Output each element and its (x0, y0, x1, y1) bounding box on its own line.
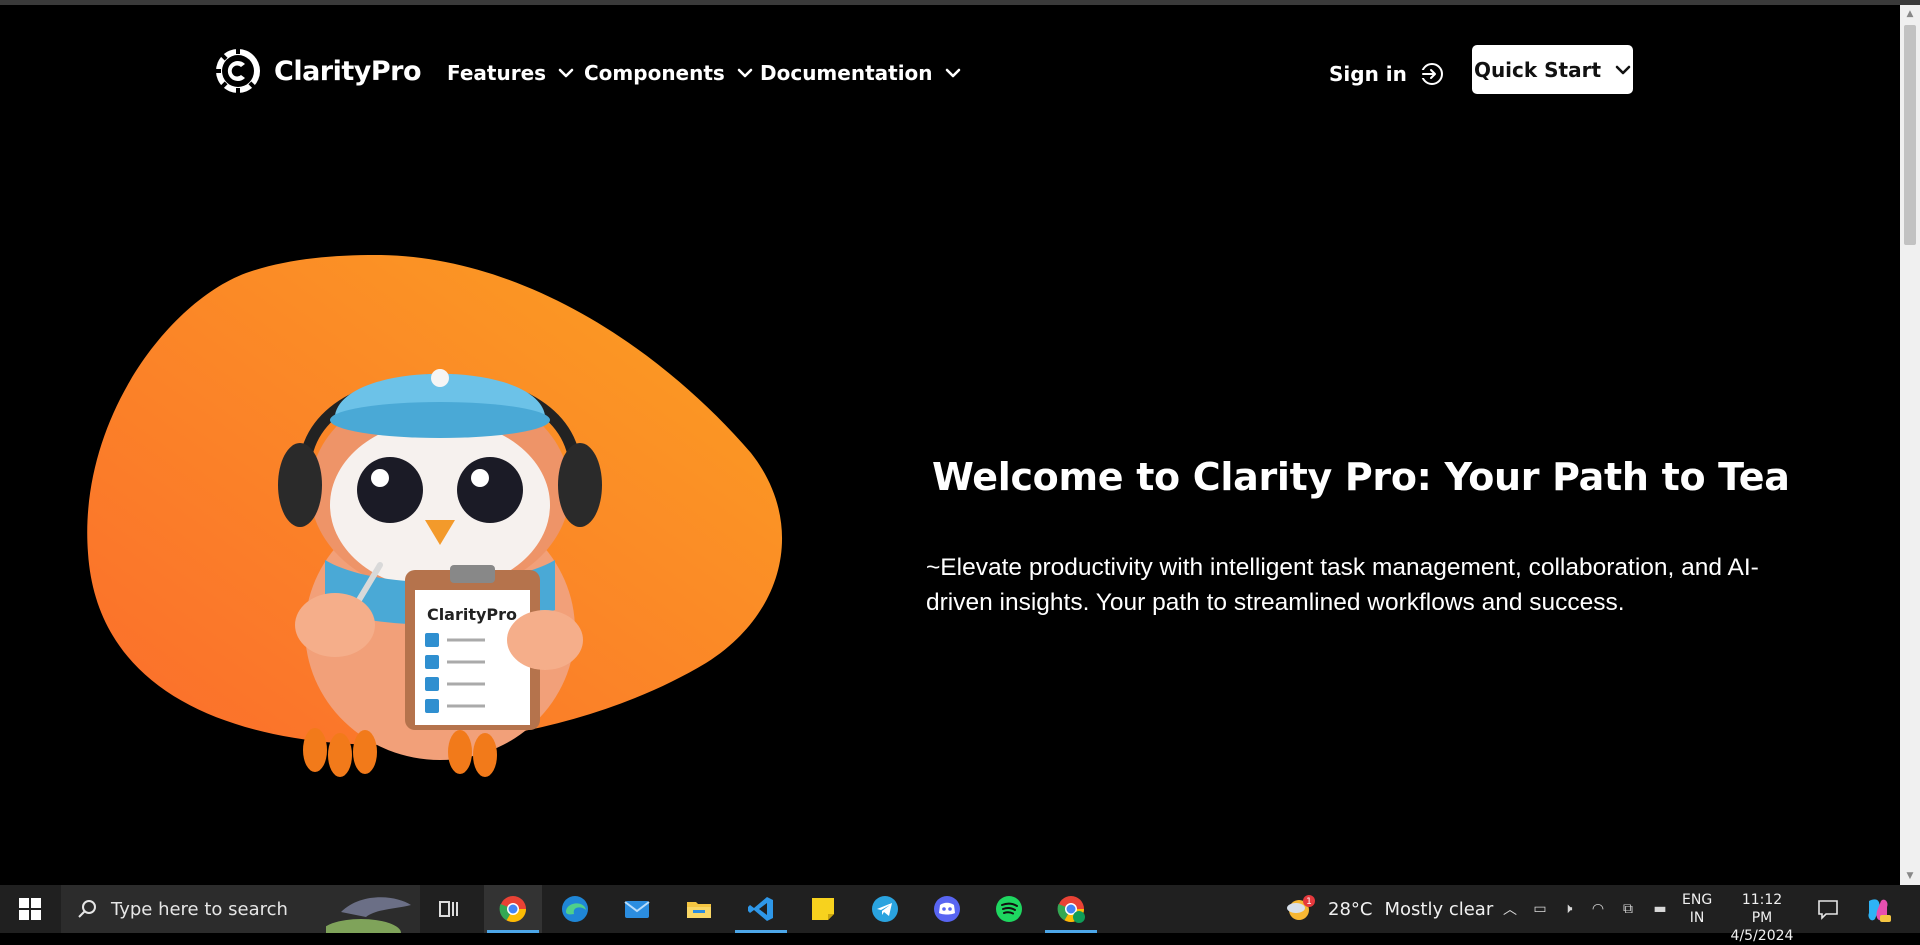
hero-subtext: ~Elevate productivity with intelligent t… (926, 554, 1759, 616)
brand-logo[interactable]: ClarityPro (214, 47, 422, 95)
search-placeholder: Type here to search (111, 898, 288, 920)
task-view-icon (439, 901, 458, 917)
chevron-down-icon (1615, 65, 1631, 74)
weather-moon-icon: 1 (1287, 895, 1315, 920)
taskbar-discord[interactable] (918, 885, 976, 933)
sign-in-link[interactable]: Sign in (1329, 61, 1445, 87)
sign-in-label: Sign in (1329, 62, 1407, 86)
wifi-icon[interactable]: ◠ (1588, 899, 1608, 919)
start-button[interactable] (0, 885, 60, 933)
nav-components[interactable]: Components (584, 61, 753, 85)
taskbar-mail[interactable] (608, 885, 666, 933)
nav-components-label: Components (584, 61, 725, 85)
logo-mark-icon (215, 48, 260, 94)
nav-documentation-label: Documentation (760, 61, 933, 85)
taskbar-sticky-notes[interactable] (794, 885, 852, 933)
chevron-down-icon (945, 68, 960, 78)
taskbar-edge[interactable] (546, 885, 604, 933)
site-navbar: ClarityPro Features Components Documenta… (0, 5, 1900, 135)
brand-name: ClarityPro (274, 55, 422, 87)
speaker-muted-icon[interactable]: 🕨 (1558, 899, 1578, 919)
notification-center-icon[interactable] (1816, 897, 1840, 921)
chrome-profile-icon (1057, 896, 1085, 923)
taskbar-spotify[interactable] (980, 885, 1038, 933)
meet-now-icon[interactable]: ▭ (1530, 899, 1550, 919)
discord-icon (934, 896, 960, 922)
language-region: IN (1689, 910, 1705, 926)
nav-features-label: Features (447, 61, 547, 85)
hero-headline: Welcome to Clarity Pro: Your Path to Tea… (932, 455, 1792, 499)
page-scrollbar[interactable]: ▲ ▼ (1900, 5, 1920, 885)
search-highlight-image (326, 897, 411, 933)
clipboard-badge-text: ClarityPro (427, 605, 517, 624)
taskbar-telegram[interactable] (856, 885, 914, 933)
chevron-down-icon (558, 68, 574, 78)
taskbar-search-box[interactable]: Type here to search (61, 885, 420, 933)
mail-icon (624, 901, 650, 918)
vscode-icon (748, 897, 773, 921)
display-icon[interactable]: ⧉ (1618, 899, 1638, 919)
taskbar-file-explorer[interactable] (670, 885, 728, 933)
edge-icon (562, 896, 588, 922)
windows-taskbar: Type here to search 1 28°C Mostly clear … (0, 885, 1920, 944)
weather-badge: 1 (1306, 897, 1312, 907)
taskbar-chrome[interactable] (484, 885, 542, 933)
taskbar-chrome-profile[interactable] (1042, 885, 1100, 933)
telegram-icon (872, 896, 898, 922)
clock-date: 4/5/2024 (1730, 928, 1794, 944)
search-icon (78, 900, 96, 918)
taskbar-vscode[interactable] (732, 885, 790, 933)
browser-viewport: ClarityPro Features Components Documenta… (0, 5, 1900, 885)
nav-features[interactable]: Features (447, 61, 574, 85)
chevron-down-icon (737, 68, 753, 78)
chrome-icon (499, 896, 527, 923)
scroll-down-arrow-icon[interactable]: ▼ (1900, 867, 1920, 885)
windows-logo-icon (19, 898, 41, 920)
taskbar-clock[interactable]: 11:12 PM 4/5/2024 (1730, 891, 1794, 945)
scrollbar-thumb[interactable] (1904, 25, 1916, 245)
chevron-up-icon[interactable]: ︿ (1500, 899, 1520, 919)
battery-icon[interactable]: ▬ (1650, 899, 1670, 919)
weather-temp: 28°C (1328, 898, 1373, 920)
sticky-notes-icon (812, 898, 834, 920)
quick-start-label: Quick Start (1473, 57, 1602, 82)
sign-in-icon (1418, 63, 1443, 85)
owl-mascot-illustration: ClarityPro (278, 369, 602, 777)
folder-icon (687, 902, 711, 918)
quick-start-button[interactable]: Quick Start (1472, 45, 1633, 94)
clock-time: 11:12 PM (1741, 892, 1783, 926)
language-indicator[interactable]: ENG IN (1682, 891, 1712, 927)
weather-widget[interactable]: 1 28°C Mostly clear (1286, 885, 1493, 933)
scroll-up-arrow-icon[interactable]: ▲ (1900, 5, 1920, 23)
copilot-icon[interactable] (1863, 895, 1893, 925)
weather-condition: Mostly clear (1384, 898, 1494, 920)
spotify-icon (996, 896, 1022, 922)
language-code: ENG (1682, 892, 1713, 908)
nav-documentation[interactable]: Documentation (760, 61, 961, 85)
task-view-button[interactable] (420, 885, 478, 933)
